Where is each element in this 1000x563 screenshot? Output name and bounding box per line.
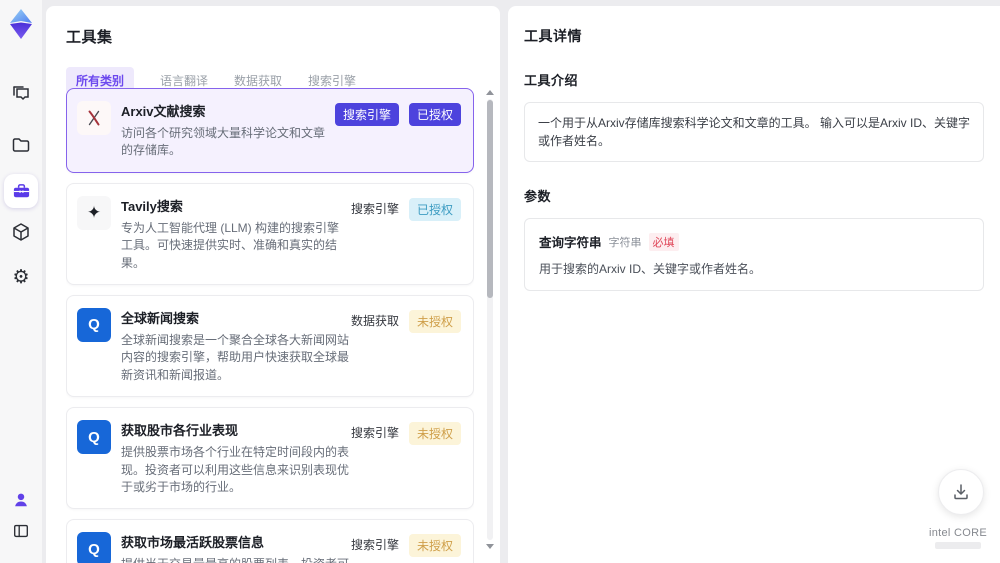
list-scrollbar[interactable] [486,90,494,549]
tool-card-arxiv[interactable]: Arxiv文献搜索 访问各个研究领域大量科学论文和文章的存储库。 搜索引擎 已授… [66,88,474,173]
tool-name: 全球新闻搜索 [121,310,200,326]
toolbox-nav-active[interactable] [4,174,38,208]
status-badge: 未授权 [408,422,461,446]
scroll-down-arrow[interactable] [486,544,494,549]
tool-card-sector-performance[interactable]: Q 获取股市各行业表现 提供股票市场各个行业在特定时间段内的表现。投资者可以利用… [66,407,474,510]
download-icon [954,484,968,500]
page-title: 工具集 [66,29,113,46]
app-logo-icon[interactable] [5,7,37,41]
param-required-badge: 必填 [648,232,679,251]
tool-list: Arxiv文献搜索 访问各个研究领域大量科学论文和文章的存储库。 搜索引擎 已授… [66,88,474,563]
scroll-up-arrow[interactable] [486,90,494,95]
param-card: 查询字符串 字符串 必填 用于搜索的Arxiv ID、关键字或作者姓名。 [524,218,984,291]
brand-mark: intel CORE [928,527,988,549]
scrollbar-thumb[interactable] [487,100,493,298]
status-badge: 未授权 [408,309,461,333]
intro-box: 一个用于从Arxiv存储库搜索科学论文和文章的工具。 输入可以是Arxiv ID… [524,102,984,162]
tool-description: 提供当天交易量最高的股票列表，投资者可以利用这些信息来识别流动性强的股票和潜在的… [121,556,349,563]
quark-icon: Q [77,307,111,342]
tavily-icon: ✦ [77,195,111,230]
status-badge: 已授权 [408,197,461,221]
brand-watermark [935,542,981,549]
param-description: 用于搜索的Arxiv ID、关键字或作者姓名。 [539,262,762,276]
brand-text: intel CORE [928,527,988,539]
tool-name: Tavily搜索 [121,198,183,214]
tool-card-active-stocks[interactable]: Q 获取市场最活跃股票信息 提供当天交易量最高的股票列表，投资者可以利用这些信息… [66,519,474,563]
category-label: 搜索引擎 [350,426,399,441]
param-name: 查询字符串 [539,236,602,250]
category-label: 数据获取 [350,313,399,328]
collapse-panel-icon[interactable] [12,522,30,540]
tool-description: 全球新闻搜索是一个聚合全球各大新闻网站内容的搜索引擎，帮助用户快速获取全球最新资… [121,332,350,382]
category-label: 搜索引擎 [350,538,399,553]
tool-card-tavily[interactable]: ✦ Tavily搜索 专为人工智能代理 (LLM) 构建的搜索引擎工具。可快速提… [66,182,474,285]
left-rail: ⚙ [0,0,42,563]
tool-description: 访问各个研究领域大量科学论文和文章的存储库。 [121,126,326,158]
chat-icon[interactable] [11,84,31,104]
quark-icon: Q [77,420,111,455]
status-badge: 已授权 [408,103,461,126]
tool-detail-panel: 工具详情 工具介绍 一个用于从Arxiv存储库搜索科学论文和文章的工具。 输入可… [508,6,1000,563]
category-label: 搜索引擎 [350,201,399,216]
tool-list-panel: 工具集 所有类别 语言翻译 数据获取 搜索引擎 Arxiv文献搜索 访问各个研究… [46,6,500,563]
tool-name: 获取市场最活跃股票信息 [121,535,265,551]
toolbox-icon [13,183,29,197]
arxiv-icon [77,101,111,135]
param-type: 字符串 [608,236,642,249]
intro-heading: 工具介绍 [524,73,579,88]
category-badge: 搜索引擎 [334,103,399,126]
download-button[interactable] [938,469,984,515]
params-heading: 参数 [524,189,552,204]
settings-icon[interactable]: ⚙ [12,268,29,287]
intro-text: 一个用于从Arxiv存储库搜索科学论文和文章的工具。 输入可以是Arxiv ID… [538,116,971,148]
tool-description: 提供股票市场各个行业在特定时间段内的表现。投资者可以利用这些信息来识别表现优于或… [121,445,350,494]
tool-name: Arxiv文献搜索 [121,104,206,119]
detail-title: 工具详情 [524,28,582,44]
tool-description: 专为人工智能代理 (LLM) 构建的搜索引擎工具。可快速提供实时、准确和真实的结… [121,220,340,270]
status-badge: 未授权 [408,534,461,558]
cube-icon[interactable] [11,222,31,242]
tool-name: 获取股市各行业表现 [121,423,239,439]
folder-icon[interactable] [11,135,31,155]
quark-icon: Q [77,532,111,563]
tool-card-global-news[interactable]: Q 全球新闻搜索 全球新闻搜索是一个聚合全球各大新闻网站内容的搜索引擎，帮助用户… [66,294,474,398]
user-avatar-icon[interactable] [12,491,30,509]
